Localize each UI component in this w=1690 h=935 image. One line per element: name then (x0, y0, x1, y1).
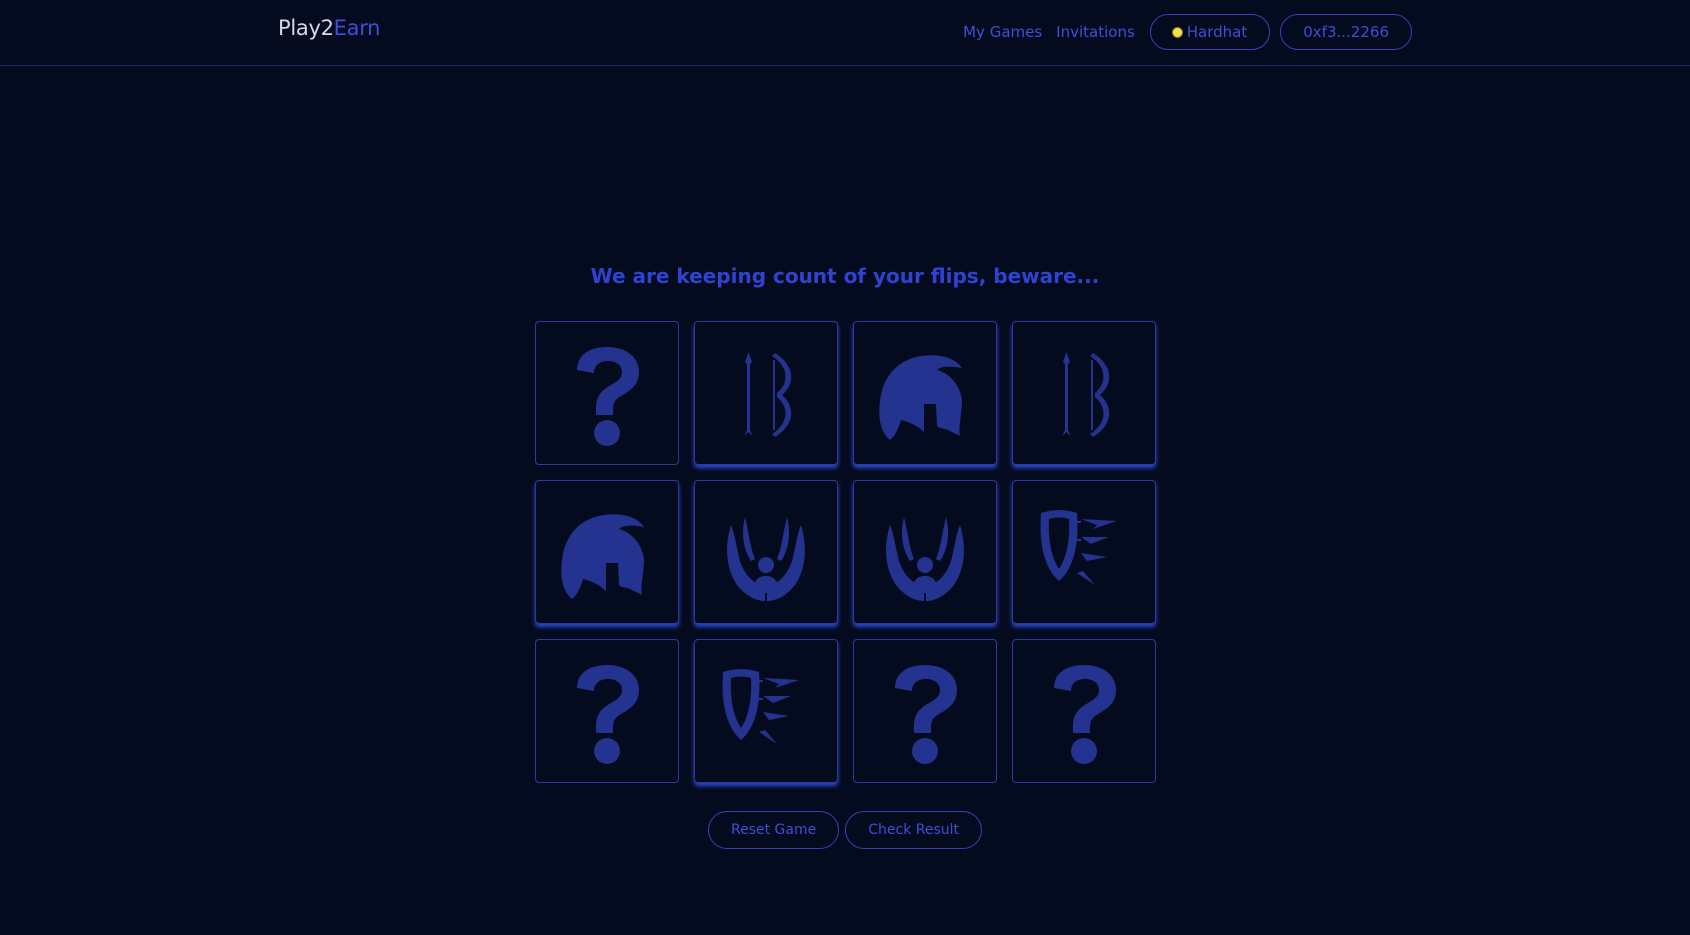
logo-text-play2: Play2 (278, 16, 334, 40)
memory-card[interactable] (694, 480, 838, 624)
account-button[interactable]: 0xf3...2266 (1280, 14, 1412, 50)
header-nav: My Games Invitations Hardhat 0xf3...2266 (963, 13, 1412, 51)
account-address: 0xf3...2266 (1303, 23, 1389, 41)
memory-card[interactable] (1012, 639, 1156, 783)
reset-game-button[interactable]: Reset Game (707, 811, 840, 849)
question-mark-icon (577, 347, 639, 446)
top-navbar: Play2Earn My Games Invitations Hardhat 0… (0, 0, 1690, 66)
memory-card[interactable] (535, 639, 679, 783)
memory-card[interactable] (694, 321, 838, 465)
network-label: Hardhat (1186, 23, 1248, 41)
question-mark-icon (895, 665, 957, 764)
spartan-helmet-icon (561, 514, 644, 599)
app-logo[interactable]: Play2Earn (278, 16, 380, 40)
network-button[interactable]: Hardhat (1149, 14, 1271, 50)
hardhat-network-icon (1171, 26, 1183, 38)
memory-card[interactable] (853, 480, 997, 624)
memory-card[interactable] (1012, 480, 1156, 624)
memory-card[interactable] (535, 321, 679, 465)
shield-and-arrows-icon (1040, 510, 1117, 585)
spartan-helmet-icon (879, 355, 962, 440)
memory-card[interactable] (853, 639, 997, 783)
nav-link-my-games[interactable]: My Games (963, 23, 1042, 41)
memory-card[interactable] (853, 321, 997, 465)
winged-figure-icon (886, 517, 964, 601)
check-result-button[interactable]: Check Result (845, 811, 983, 849)
game-headline: We are keeping count of your flips, bewa… (590, 264, 1100, 288)
logo-text-earn: Earn (333, 16, 381, 40)
memory-card[interactable] (1012, 321, 1156, 465)
winged-figure-icon (727, 517, 805, 601)
memory-card[interactable] (694, 639, 838, 783)
bow-and-arrow-icon (744, 352, 792, 437)
memory-card[interactable] (535, 480, 679, 624)
question-mark-icon (1054, 665, 1116, 764)
shield-and-arrows-icon (722, 669, 799, 744)
bow-and-arrow-icon (1062, 352, 1110, 437)
question-mark-icon (577, 665, 639, 764)
game-actions: Reset Game Check Result (0, 811, 1690, 849)
nav-link-invitations[interactable]: Invitations (1056, 23, 1135, 41)
